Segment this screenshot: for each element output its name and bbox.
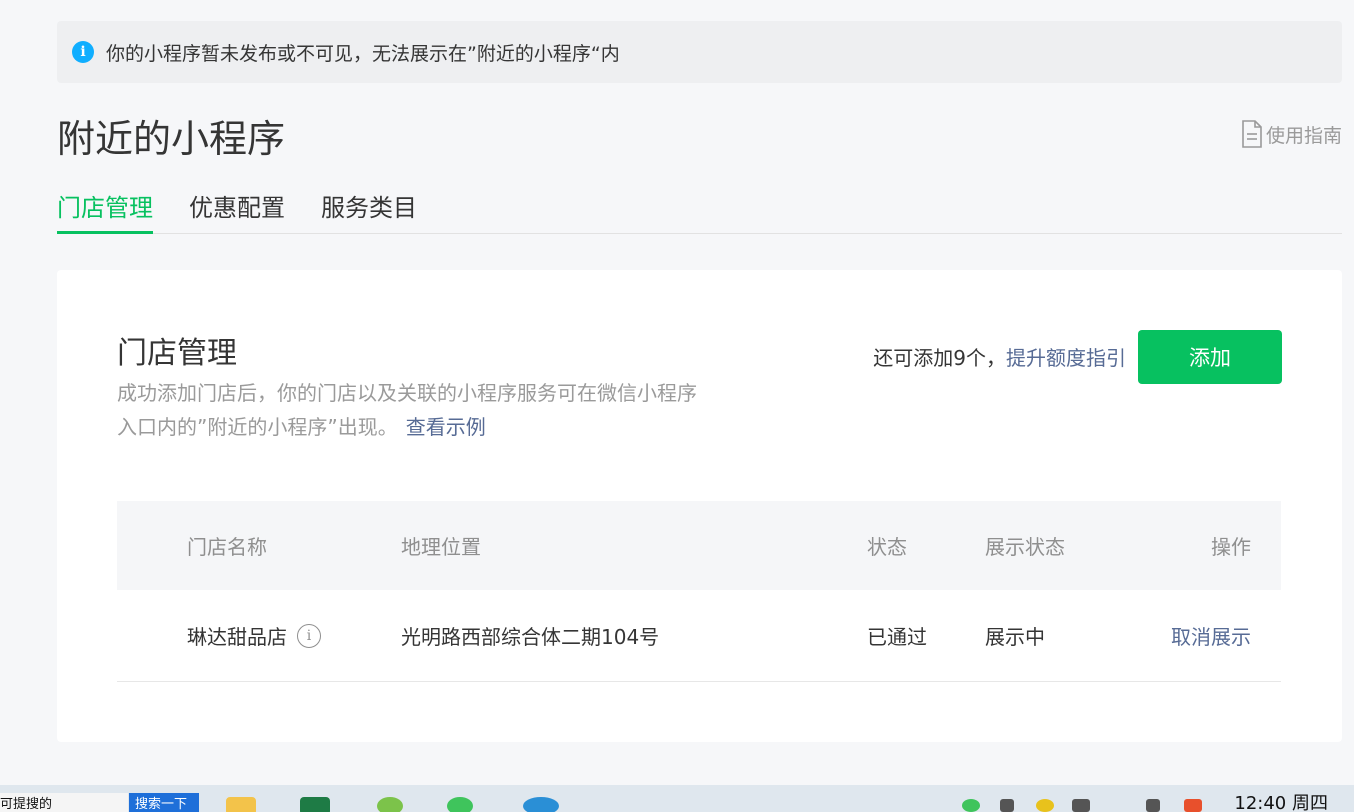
card-title: 门店管理 [117, 336, 237, 371]
info-icon[interactable]: i [297, 623, 321, 648]
excel-icon[interactable] [300, 797, 330, 812]
view-example-link[interactable]: 查看示例 [406, 415, 486, 439]
taskbar-search-button[interactable]: 搜索一下 [129, 793, 199, 812]
header-location: 地理位置 [401, 535, 481, 559]
card-description: 成功添加门店后，你的门店以及关联的小程序服务可在微信小程序入口内的”附近的小程序… [117, 376, 697, 444]
store-location: 光明路西部综合体二期104号 [401, 625, 660, 649]
wechat-icon[interactable] [447, 797, 473, 812]
store-display-status: 展示中 [985, 625, 1045, 649]
add-store-button[interactable]: 添加 [1138, 330, 1282, 384]
app-icon[interactable] [377, 797, 403, 812]
tray-wechat-icon[interactable] [962, 799, 980, 812]
quota-text: 还可添加9个， [873, 346, 1006, 370]
header-action: 操作 [1211, 535, 1251, 559]
header-store-name: 门店名称 [187, 535, 267, 559]
network-icon[interactable] [1072, 799, 1090, 812]
tab-bar: 门店管理 优惠配置 服务类目 [57, 186, 1342, 234]
store-name: 琳达甜品店 [187, 625, 287, 649]
store-name-cell: 琳达甜品店 i [187, 621, 321, 650]
usage-guide-label: 使用指南 [1265, 124, 1342, 147]
volume-icon[interactable] [1000, 799, 1014, 812]
edge-icon[interactable] [523, 797, 559, 812]
folder-icon[interactable] [226, 797, 256, 812]
quota-guide-link[interactable]: 提升额度指引 [1006, 346, 1126, 370]
table-row: 琳达甜品店 i 光明路西部综合体二期104号 已通过 展示中 取消展示 [117, 590, 1281, 682]
ime-icon[interactable] [1146, 799, 1160, 812]
usage-guide-link[interactable]: 使用指南 [1241, 120, 1342, 148]
quota-info: 还可添加9个，提升额度指引 [873, 342, 1126, 371]
store-management-card: 门店管理 成功添加门店后，你的门店以及关联的小程序服务可在微信小程序入口内的”附… [57, 270, 1342, 742]
tab-discount-config[interactable]: 优惠配置 [189, 186, 285, 234]
cancel-display-link[interactable]: 取消展示 [1171, 621, 1251, 650]
store-status: 已通过 [867, 625, 927, 649]
page-title: 附近的小程序 [57, 117, 286, 161]
notice-text: 你的小程序暂未发布或不可见，无法展示在”附近的小程序“内 [106, 42, 620, 65]
tab-store-management[interactable]: 门店管理 [57, 186, 153, 234]
tray-app-icon[interactable] [1036, 799, 1054, 812]
header-status: 状态 [867, 535, 907, 559]
tab-service-category[interactable]: 服务类目 [321, 186, 417, 234]
taskbar-search-input[interactable]: 可提搜的 [0, 793, 128, 812]
store-table: 门店名称 地理位置 状态 展示状态 操作 琳达甜品店 i 光明路西部综合体二期1… [117, 501, 1281, 682]
header-display-status: 展示状态 [985, 535, 1065, 559]
table-header: 门店名称 地理位置 状态 展示状态 操作 [117, 501, 1281, 590]
info-icon: i [72, 41, 94, 63]
taskbar: 可提搜的 搜索一下 12:40 周四 [0, 785, 1354, 812]
tray-red-app-icon[interactable] [1184, 799, 1202, 812]
taskbar-clock: 12:40 周四 [1234, 793, 1328, 812]
document-icon [1242, 120, 1262, 148]
unpublished-notice: i 你的小程序暂未发布或不可见，无法展示在”附近的小程序“内 [57, 21, 1342, 83]
